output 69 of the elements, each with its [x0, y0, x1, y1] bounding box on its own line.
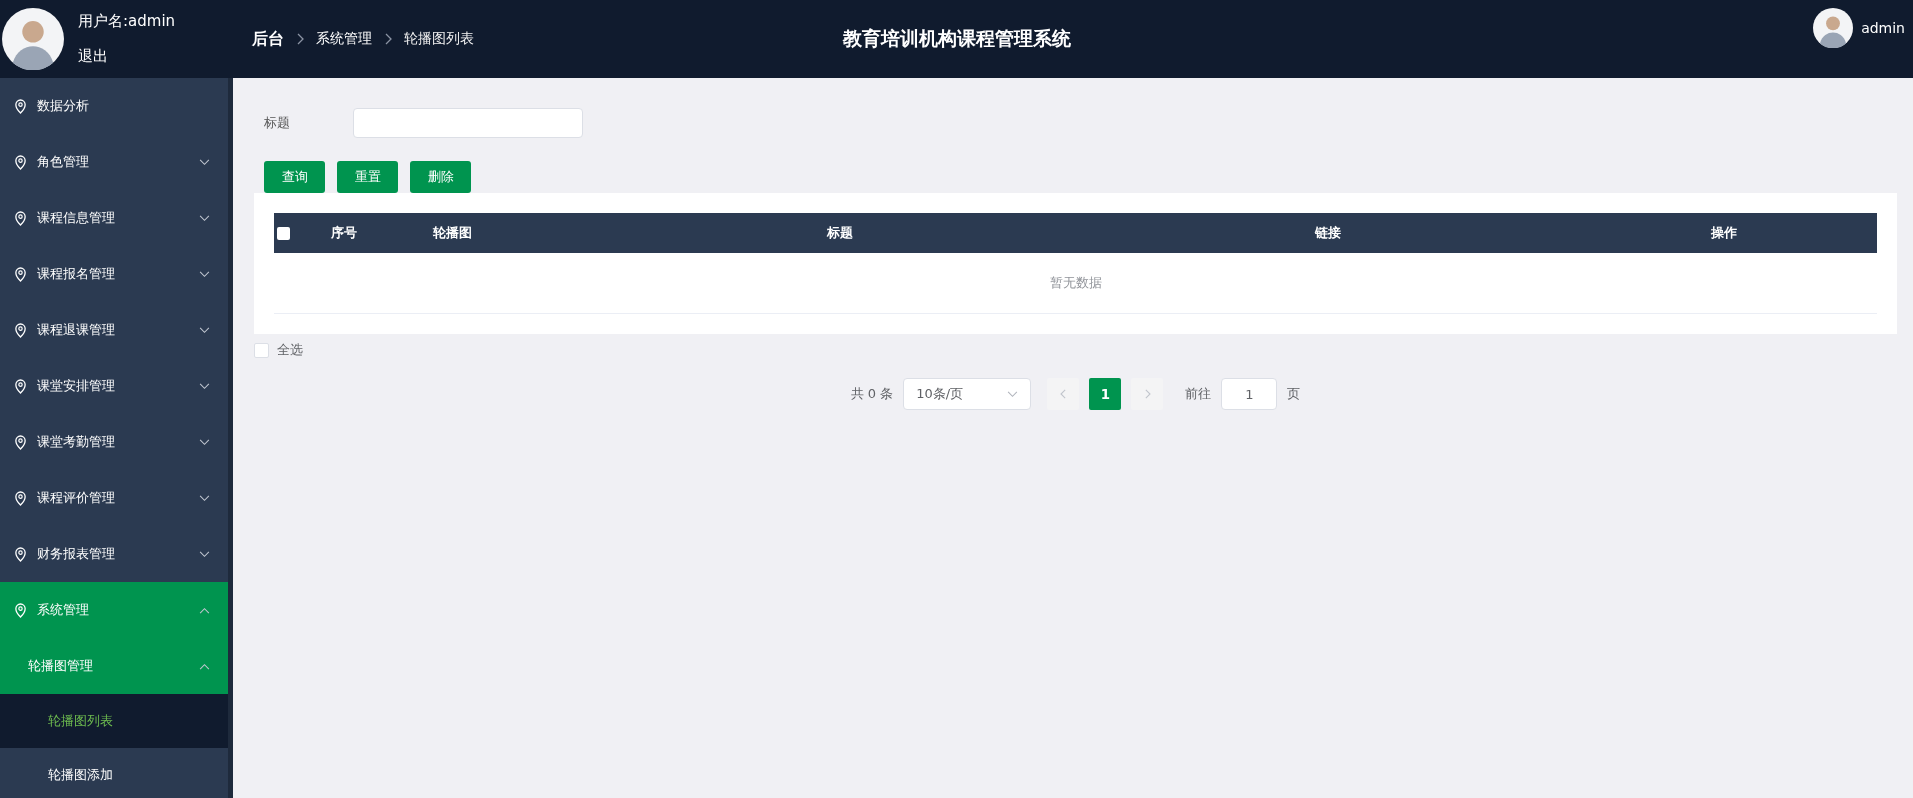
action-button[interactable]: 删除 — [410, 161, 471, 193]
menu-item[interactable]: 课堂考勤管理 — [0, 414, 228, 470]
location-pin-icon — [14, 154, 27, 170]
username-label: 用户名:admin — [78, 12, 176, 31]
user-name: admin — [1861, 20, 1905, 36]
checkbox-label: 全选 — [277, 341, 303, 359]
page-input-field[interactable]: 1 — [1221, 378, 1278, 410]
chevron-icon — [199, 214, 210, 222]
column-header: 序号 — [330, 224, 358, 242]
chevron-icon — [199, 326, 210, 334]
menu-link[interactable]: 轮播图列表 — [0, 694, 228, 748]
empty-message: 暂无数据 — [1049, 274, 1102, 292]
location-pin-icon — [14, 602, 27, 618]
menu-item[interactable]: 课程报名管理 — [0, 246, 228, 302]
chevron-icon — [199, 270, 210, 278]
chevron-right-icon — [296, 33, 304, 45]
chevron-icon — [199, 606, 210, 614]
menu-item[interactable]: 课堂安排管理 — [0, 358, 228, 414]
avatar-icon — [1813, 8, 1854, 48]
chevron-right-icon — [1143, 389, 1151, 399]
column-header: 操作 — [1709, 224, 1738, 242]
location-pin-icon — [14, 322, 27, 338]
location-pin-icon — [14, 490, 27, 506]
chevron-down-icon — [1007, 390, 1019, 398]
chevron-icon — [199, 382, 210, 390]
location-pin-icon — [14, 434, 27, 450]
menu-link[interactable]: 轮播图添加 — [0, 748, 228, 798]
menu-item[interactable]: 课程信息管理 — [0, 190, 228, 246]
next-page-button[interactable] — [1131, 378, 1164, 410]
field-label: 标题 — [263, 114, 291, 132]
breadcrumb-link[interactable]: 后台 — [252, 28, 284, 50]
menu-item[interactable]: 财务报表管理 — [0, 526, 228, 582]
location-pin-icon — [14, 266, 27, 282]
previous-page-button[interactable] — [1047, 378, 1080, 410]
app-title: 教育培训机构课程管理系统 — [842, 26, 1071, 51]
location-pin-icon — [14, 98, 27, 114]
menu-item[interactable]: 数据分析 — [0, 78, 228, 134]
logout-link[interactable]: 退出 — [78, 47, 176, 66]
avatar-icon — [2, 8, 64, 70]
title-input-field[interactable] — [353, 108, 583, 138]
chevron-left-icon — [1059, 389, 1067, 399]
chevron-right-icon — [384, 33, 392, 45]
location-pin-icon — [14, 378, 27, 394]
breadcrumb-link[interactable]: 系统管理 — [316, 30, 372, 48]
chevron-icon — [199, 550, 210, 558]
location-pin-icon — [14, 210, 27, 226]
submenu-item[interactable]: 轮播图管理 — [0, 638, 228, 694]
page-suffix: 页 — [1287, 385, 1301, 403]
total-count: 共 0 条 — [850, 385, 894, 403]
chevron-icon — [199, 158, 210, 166]
action-button[interactable]: 重置 — [337, 161, 398, 193]
header-checkbox[interactable] — [277, 226, 290, 240]
column-header: 标题 — [825, 224, 854, 242]
goto-label: 前往 — [1185, 385, 1212, 403]
page-button[interactable]: 1 — [1089, 378, 1122, 410]
menu-item[interactable]: 课程评价管理 — [0, 470, 228, 526]
menu-item[interactable]: 课程退课管理 — [0, 302, 228, 358]
menu-item[interactable]: 角色管理 — [0, 134, 228, 190]
menu-item[interactable]: 系统管理 — [0, 582, 228, 638]
page-size-select[interactable]: 10条/页 — [903, 378, 1032, 410]
chevron-icon — [199, 494, 210, 502]
select-all-checkbox[interactable] — [254, 342, 269, 358]
chevron-icon — [199, 662, 210, 670]
breadcrumb-link[interactable]: 轮播图列表 — [404, 30, 474, 48]
action-button[interactable]: 查询 — [264, 161, 325, 193]
column-header: 链接 — [1313, 224, 1342, 242]
chevron-icon — [199, 438, 210, 446]
location-pin-icon — [14, 546, 27, 562]
column-header: 轮播图 — [432, 224, 473, 242]
